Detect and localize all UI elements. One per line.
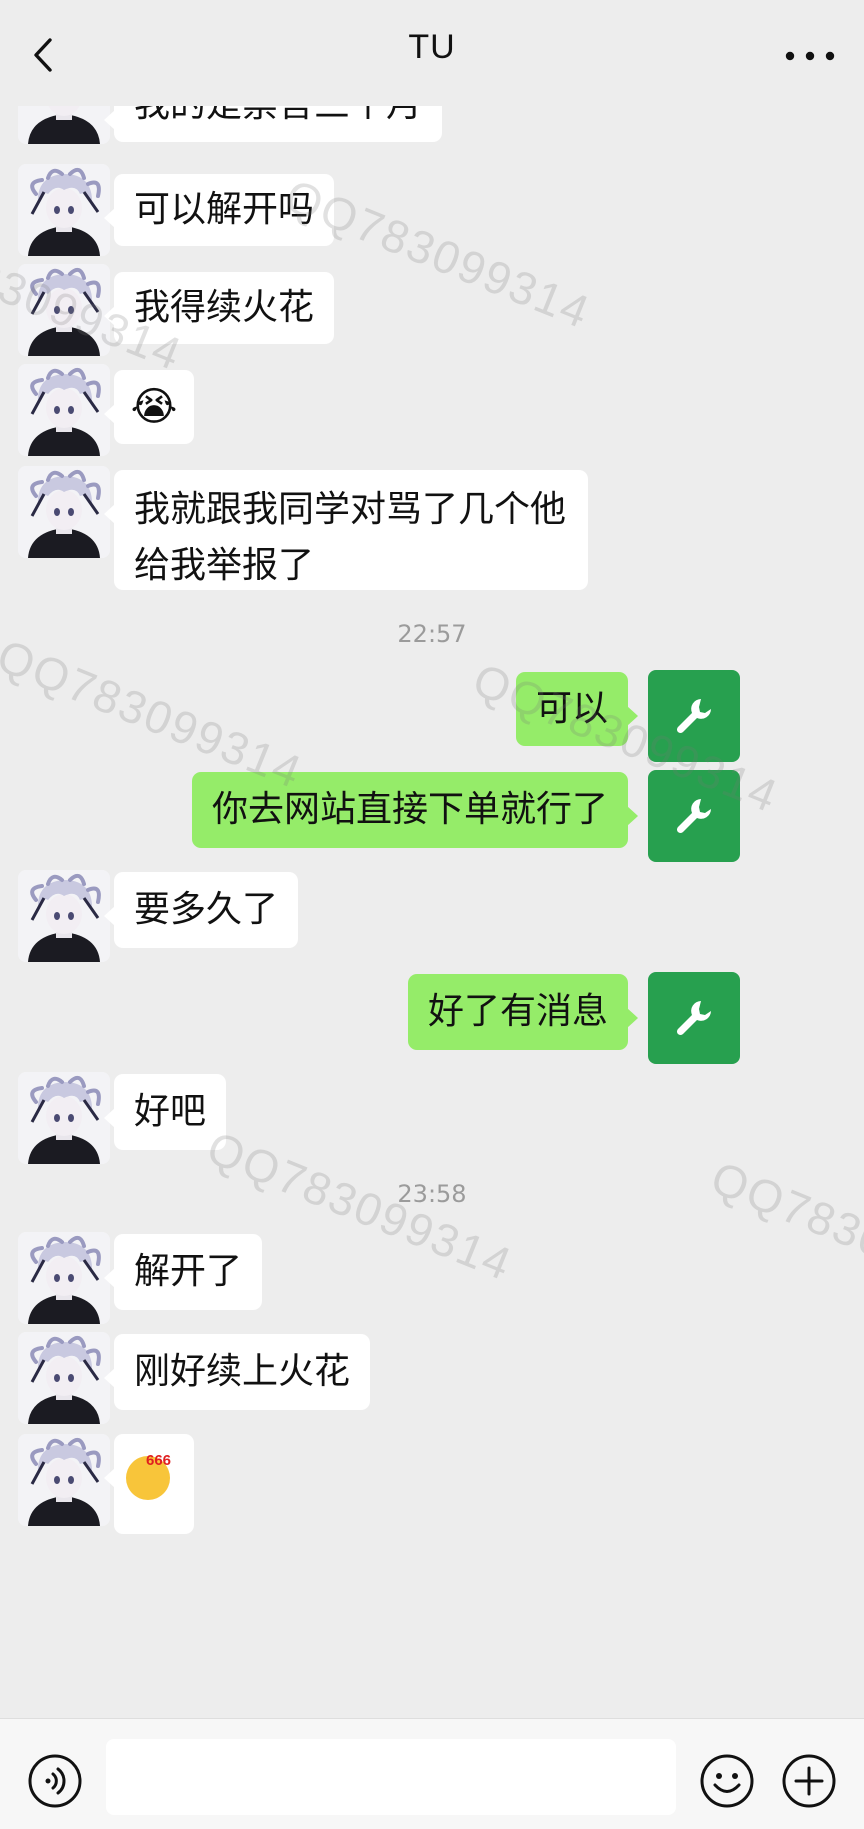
contact-avatar[interactable] [18, 264, 110, 356]
contact-avatar[interactable] [18, 466, 110, 558]
wrench-icon [671, 793, 717, 839]
self-avatar[interactable] [648, 670, 740, 762]
smiley-icon[interactable] [698, 1752, 756, 1810]
chat-area[interactable]: 我的是禁言三个月 可以解开吗 我得续火花 😭 我就跟我同学对骂了几个他给我举报了… [0, 0, 864, 1718]
voice-icon[interactable] [26, 1752, 84, 1810]
message-bubble[interactable]: 好吧 [114, 1074, 226, 1150]
contact-avatar[interactable] [18, 1332, 110, 1424]
contact-avatar[interactable] [18, 870, 110, 962]
contact-avatar[interactable] [18, 364, 110, 456]
emoji-message[interactable]: 😭 [114, 370, 194, 444]
timestamp: 22:57 [0, 620, 864, 648]
top-bar: TU [0, 0, 864, 106]
message-bubble[interactable]: 解开了 [114, 1234, 262, 1310]
message-bubble[interactable]: 可以 [516, 672, 628, 746]
message-bubble[interactable]: 可以解开吗 [114, 174, 334, 246]
contact-avatar[interactable] [18, 1232, 110, 1324]
input-bar [0, 1718, 864, 1829]
sticker-message[interactable]: 666 [114, 1434, 194, 1534]
self-avatar[interactable] [648, 770, 740, 862]
timestamp: 23:58 [0, 1180, 864, 1208]
sticker-label: 666 [146, 1452, 171, 1469]
self-avatar[interactable] [648, 972, 740, 1064]
contact-avatar[interactable] [18, 164, 110, 256]
message-input[interactable] [106, 1739, 676, 1815]
message-bubble[interactable]: 好了有消息 [408, 974, 628, 1050]
message-bubble[interactable]: 你去网站直接下单就行了 [192, 772, 628, 848]
plus-icon[interactable] [780, 1752, 838, 1810]
message-bubble[interactable]: 刚好续上火花 [114, 1334, 370, 1410]
message-bubble[interactable]: 我得续火花 [114, 272, 334, 344]
contact-avatar[interactable] [18, 1072, 110, 1164]
chat-title: TU [0, 28, 864, 67]
contact-avatar[interactable] [18, 1434, 110, 1526]
wrench-icon [671, 995, 717, 1041]
message-bubble[interactable]: 我就跟我同学对骂了几个他给我举报了 [114, 470, 588, 590]
watermark: QQ783099314 [704, 1150, 864, 1321]
more-dots-icon[interactable] [778, 36, 842, 76]
wrench-icon [671, 693, 717, 739]
message-bubble[interactable]: 要多久了 [114, 872, 298, 948]
